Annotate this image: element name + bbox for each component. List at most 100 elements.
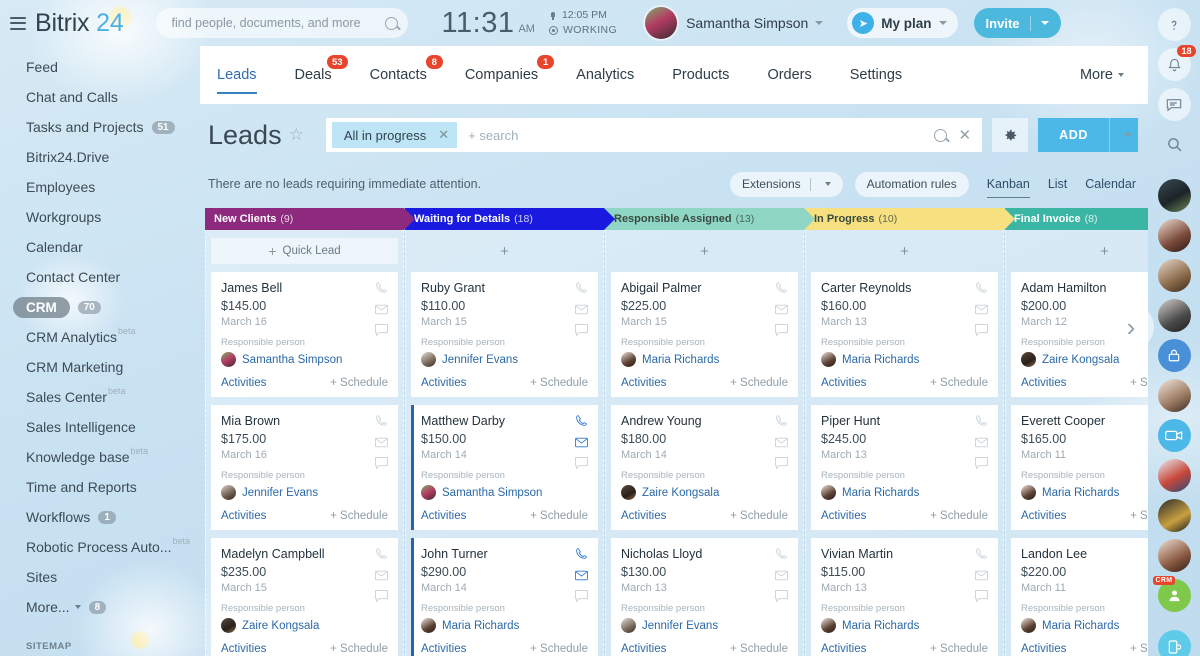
- schedule-link[interactable]: + Schedule: [930, 510, 988, 522]
- sidebar-item-crm[interactable]: CRM 70: [0, 292, 200, 322]
- invite-button[interactable]: Invite: [973, 8, 1061, 38]
- lead-card[interactable]: Andrew Young $180.00 March 14 Responsible p…: [611, 405, 798, 530]
- activities-link[interactable]: Activities: [621, 643, 666, 655]
- responsible-person[interactable]: Jennifer Evans: [621, 618, 788, 633]
- column-header[interactable]: In Progress (10): [805, 208, 1015, 230]
- activities-link[interactable]: Activities: [621, 510, 666, 522]
- email-icon[interactable]: [375, 302, 389, 315]
- email-icon[interactable]: [775, 568, 789, 581]
- avatar[interactable]: [1157, 299, 1191, 332]
- search-icon[interactable]: [933, 128, 947, 142]
- responsible-person[interactable]: Maria Richards: [621, 352, 788, 367]
- schedule-link[interactable]: + Schedule: [930, 377, 988, 389]
- lead-card[interactable]: Everett Cooper $165.00 March 11 Responsible…: [1011, 405, 1148, 530]
- lock-icon[interactable]: [1157, 339, 1191, 372]
- lead-card[interactable]: Ruby Grant $110.00 March 15 Responsible per…: [411, 272, 598, 397]
- lead-card[interactable]: Nicholas Lloyd $130.00 March 13 Responsible…: [611, 538, 798, 656]
- schedule-link[interactable]: + Schedule: [730, 643, 788, 655]
- global-search-input[interactable]: [171, 16, 385, 30]
- column-header[interactable]: New Clients (9): [205, 208, 415, 230]
- sidebar-item-calendar[interactable]: Calendar: [0, 232, 200, 262]
- sidebar-item-chat-and-calls[interactable]: Chat and Calls: [0, 82, 200, 112]
- tab-settings[interactable]: Settings: [850, 46, 902, 104]
- sidebar-item-workgroups[interactable]: Workgroups: [0, 202, 200, 232]
- tab-companies[interactable]: Companies 1: [465, 46, 555, 104]
- comment-icon[interactable]: [375, 323, 389, 337]
- schedule-link[interactable]: + Schedule: [330, 510, 388, 522]
- schedule-link[interactable]: + Schedule: [530, 377, 588, 389]
- activities-link[interactable]: Activities: [821, 510, 866, 522]
- responsible-person[interactable]: Maria Richards: [421, 618, 588, 633]
- hamburger-icon[interactable]: [10, 16, 26, 30]
- comment-icon[interactable]: [775, 323, 789, 337]
- sidebar-item-feed[interactable]: Feed: [0, 52, 200, 82]
- comment-icon[interactable]: [575, 456, 589, 470]
- phone-icon[interactable]: [575, 281, 589, 294]
- email-icon[interactable]: [575, 568, 589, 581]
- logo[interactable]: Bitrix 24: [35, 9, 124, 38]
- avatar[interactable]: [1157, 459, 1191, 492]
- phone-icon[interactable]: [975, 414, 989, 427]
- sitemap-link[interactable]: SITEMAP: [26, 641, 72, 652]
- responsible-person[interactable]: Jennifer Evans: [221, 485, 388, 500]
- activities-link[interactable]: Activities: [621, 377, 666, 389]
- tab-orders[interactable]: Orders: [767, 46, 811, 104]
- schedule-link[interactable]: + Schedule: [330, 377, 388, 389]
- schedule-link[interactable]: + Schedule: [730, 377, 788, 389]
- sidebar-item-crm-marketing[interactable]: CRM Marketing: [0, 352, 200, 382]
- comment-icon[interactable]: [575, 589, 589, 603]
- phone-icon[interactable]: [775, 547, 789, 560]
- add-card-button[interactable]: +: [611, 238, 798, 264]
- quick-lead-button[interactable]: + Quick Lead: [211, 238, 398, 264]
- phone-icon[interactable]: [375, 547, 389, 560]
- sidebar-item-time-and-reports[interactable]: Time and Reports: [0, 472, 200, 502]
- chat-icon[interactable]: [1157, 88, 1191, 121]
- responsible-person[interactable]: Maria Richards: [821, 618, 988, 633]
- activities-link[interactable]: Activities: [421, 643, 466, 655]
- view-calendar[interactable]: Calendar: [1085, 177, 1136, 191]
- bell-icon[interactable]: 18: [1157, 45, 1196, 81]
- responsible-person[interactable]: Zaire Kongsala: [221, 618, 388, 633]
- comment-icon[interactable]: [975, 323, 989, 337]
- responsible-person[interactable]: Samantha Simpson: [221, 352, 388, 367]
- sidebar-item-sales-center[interactable]: Sales Center beta: [0, 382, 200, 412]
- filter-search-box[interactable]: All in progress ✕ ✕: [325, 118, 983, 152]
- tab-more[interactable]: More: [1080, 67, 1124, 83]
- sidebar-item-sales-intelligence[interactable]: Sales Intelligence: [0, 412, 200, 442]
- schedule-link[interactable]: + Schedule: [530, 510, 588, 522]
- automation-rules-button[interactable]: Automation rules: [854, 171, 969, 197]
- email-icon[interactable]: [575, 435, 589, 448]
- avatar[interactable]: [1157, 539, 1191, 572]
- email-icon[interactable]: [375, 435, 389, 448]
- lead-card[interactable]: Mia Brown $175.00 March 16 Responsible pers…: [211, 405, 398, 530]
- schedule-link[interactable]: + Schedule: [530, 643, 588, 655]
- schedule-link[interactable]: + Schedule: [1130, 377, 1148, 389]
- search-icon[interactable]: [1158, 128, 1191, 161]
- work-status[interactable]: 12:05 PM WORKING: [548, 8, 617, 38]
- tab-leads[interactable]: Leads: [217, 46, 257, 104]
- lead-card[interactable]: Matthew Darby $150.00 March 14 Responsible …: [411, 405, 598, 530]
- sidebar-item-employees[interactable]: Employees: [0, 172, 200, 202]
- phone-icon[interactable]: [975, 281, 989, 294]
- view-list[interactable]: List: [1048, 177, 1067, 191]
- add-card-button[interactable]: +: [411, 238, 598, 264]
- comment-icon[interactable]: [975, 589, 989, 603]
- column-header[interactable]: Waiting for Details (18): [405, 208, 615, 230]
- activities-link[interactable]: Activities: [221, 643, 266, 655]
- sidebar-item-workflows[interactable]: Workflows 1: [0, 502, 200, 532]
- sidebar-item-tasks-and-projects[interactable]: Tasks and Projects 51: [0, 112, 200, 142]
- schedule-link[interactable]: + Schedule: [730, 510, 788, 522]
- responsible-person[interactable]: Jennifer Evans: [421, 352, 588, 367]
- lead-card[interactable]: Vivian Martin $115.00 March 13 Responsible …: [811, 538, 998, 656]
- responsible-person[interactable]: Maria Richards: [821, 485, 988, 500]
- clear-icon[interactable]: ✕: [959, 126, 972, 144]
- comment-icon[interactable]: [375, 589, 389, 603]
- column-header[interactable]: Responsible Assigned (13): [605, 208, 815, 230]
- activities-link[interactable]: Activities: [821, 643, 866, 655]
- lead-card[interactable]: James Bell $145.00 March 16 Responsible per…: [211, 272, 398, 397]
- comment-icon[interactable]: [575, 323, 589, 337]
- schedule-link[interactable]: + Schedule: [330, 643, 388, 655]
- sidebar-item-bitrix24-drive[interactable]: Bitrix24.Drive: [0, 142, 200, 172]
- activities-link[interactable]: Activities: [1021, 643, 1066, 655]
- comment-icon[interactable]: [975, 456, 989, 470]
